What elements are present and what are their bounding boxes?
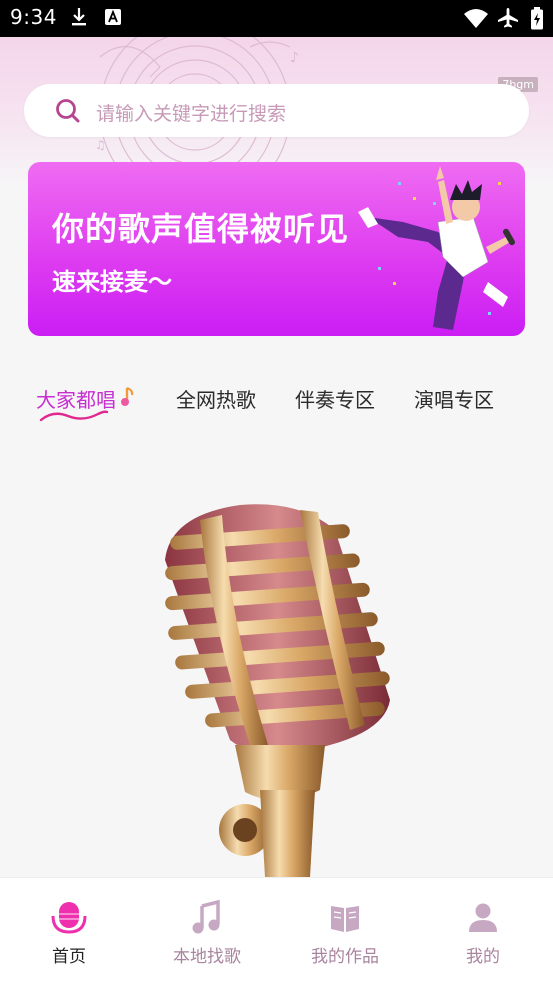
nav-label: 我的 [466,947,500,967]
active-tab-underline [39,410,109,422]
nav-label: 本地找歌 [173,947,241,967]
music-note-icon [187,899,227,940]
tab-performance[interactable]: 演唱专区 [414,384,494,413]
nav-label: 我的作品 [311,947,379,967]
status-time: 9:34 [10,5,57,29]
svg-text:♪: ♪ [290,50,299,66]
search-icon [54,97,82,129]
person-icon [463,900,503,940]
airplane-mode-icon [497,7,519,33]
a-notification-icon [104,7,122,31]
banner-subline: 速来接麦～ [52,268,172,296]
download-icon [70,7,88,31]
nav-local-songs[interactable]: 本地找歌 [138,878,276,984]
nav-profile[interactable]: 我的 [414,878,552,984]
music-note-icon [120,386,136,412]
promo-banner[interactable]: 你的歌声值得被听见 速来接麦～ [28,162,525,336]
tab-accompaniment[interactable]: 伴奏专区 [295,384,375,413]
nav-label: 首页 [52,947,86,967]
bottom-navigation: 首页 本地找歌 我的作品 我的 [0,877,553,984]
status-bar: 9:34 [0,0,553,37]
category-tabs: 大家都唱 全网热歌 伴奏专区 演唱专区 [0,380,553,430]
microphone-icon [49,900,89,940]
banner-headline: 你的歌声值得被听见 [52,210,350,248]
svg-text:♫: ♫ [95,138,106,152]
singer-illustration [358,166,515,330]
search-placeholder[interactable]: 请输入关键字进行搜索 [96,99,286,126]
nav-my-works[interactable]: 我的作品 [276,878,414,984]
tab-trending-songs[interactable]: 全网热歌 [176,384,256,413]
search-bar[interactable]: 请输入关键字进行搜索 [24,84,529,137]
nav-home[interactable]: 首页 [0,878,138,984]
microphone-illustration [165,504,390,877]
battery-icon [530,7,544,35]
book-icon [325,900,365,940]
wifi-icon [463,7,489,33]
